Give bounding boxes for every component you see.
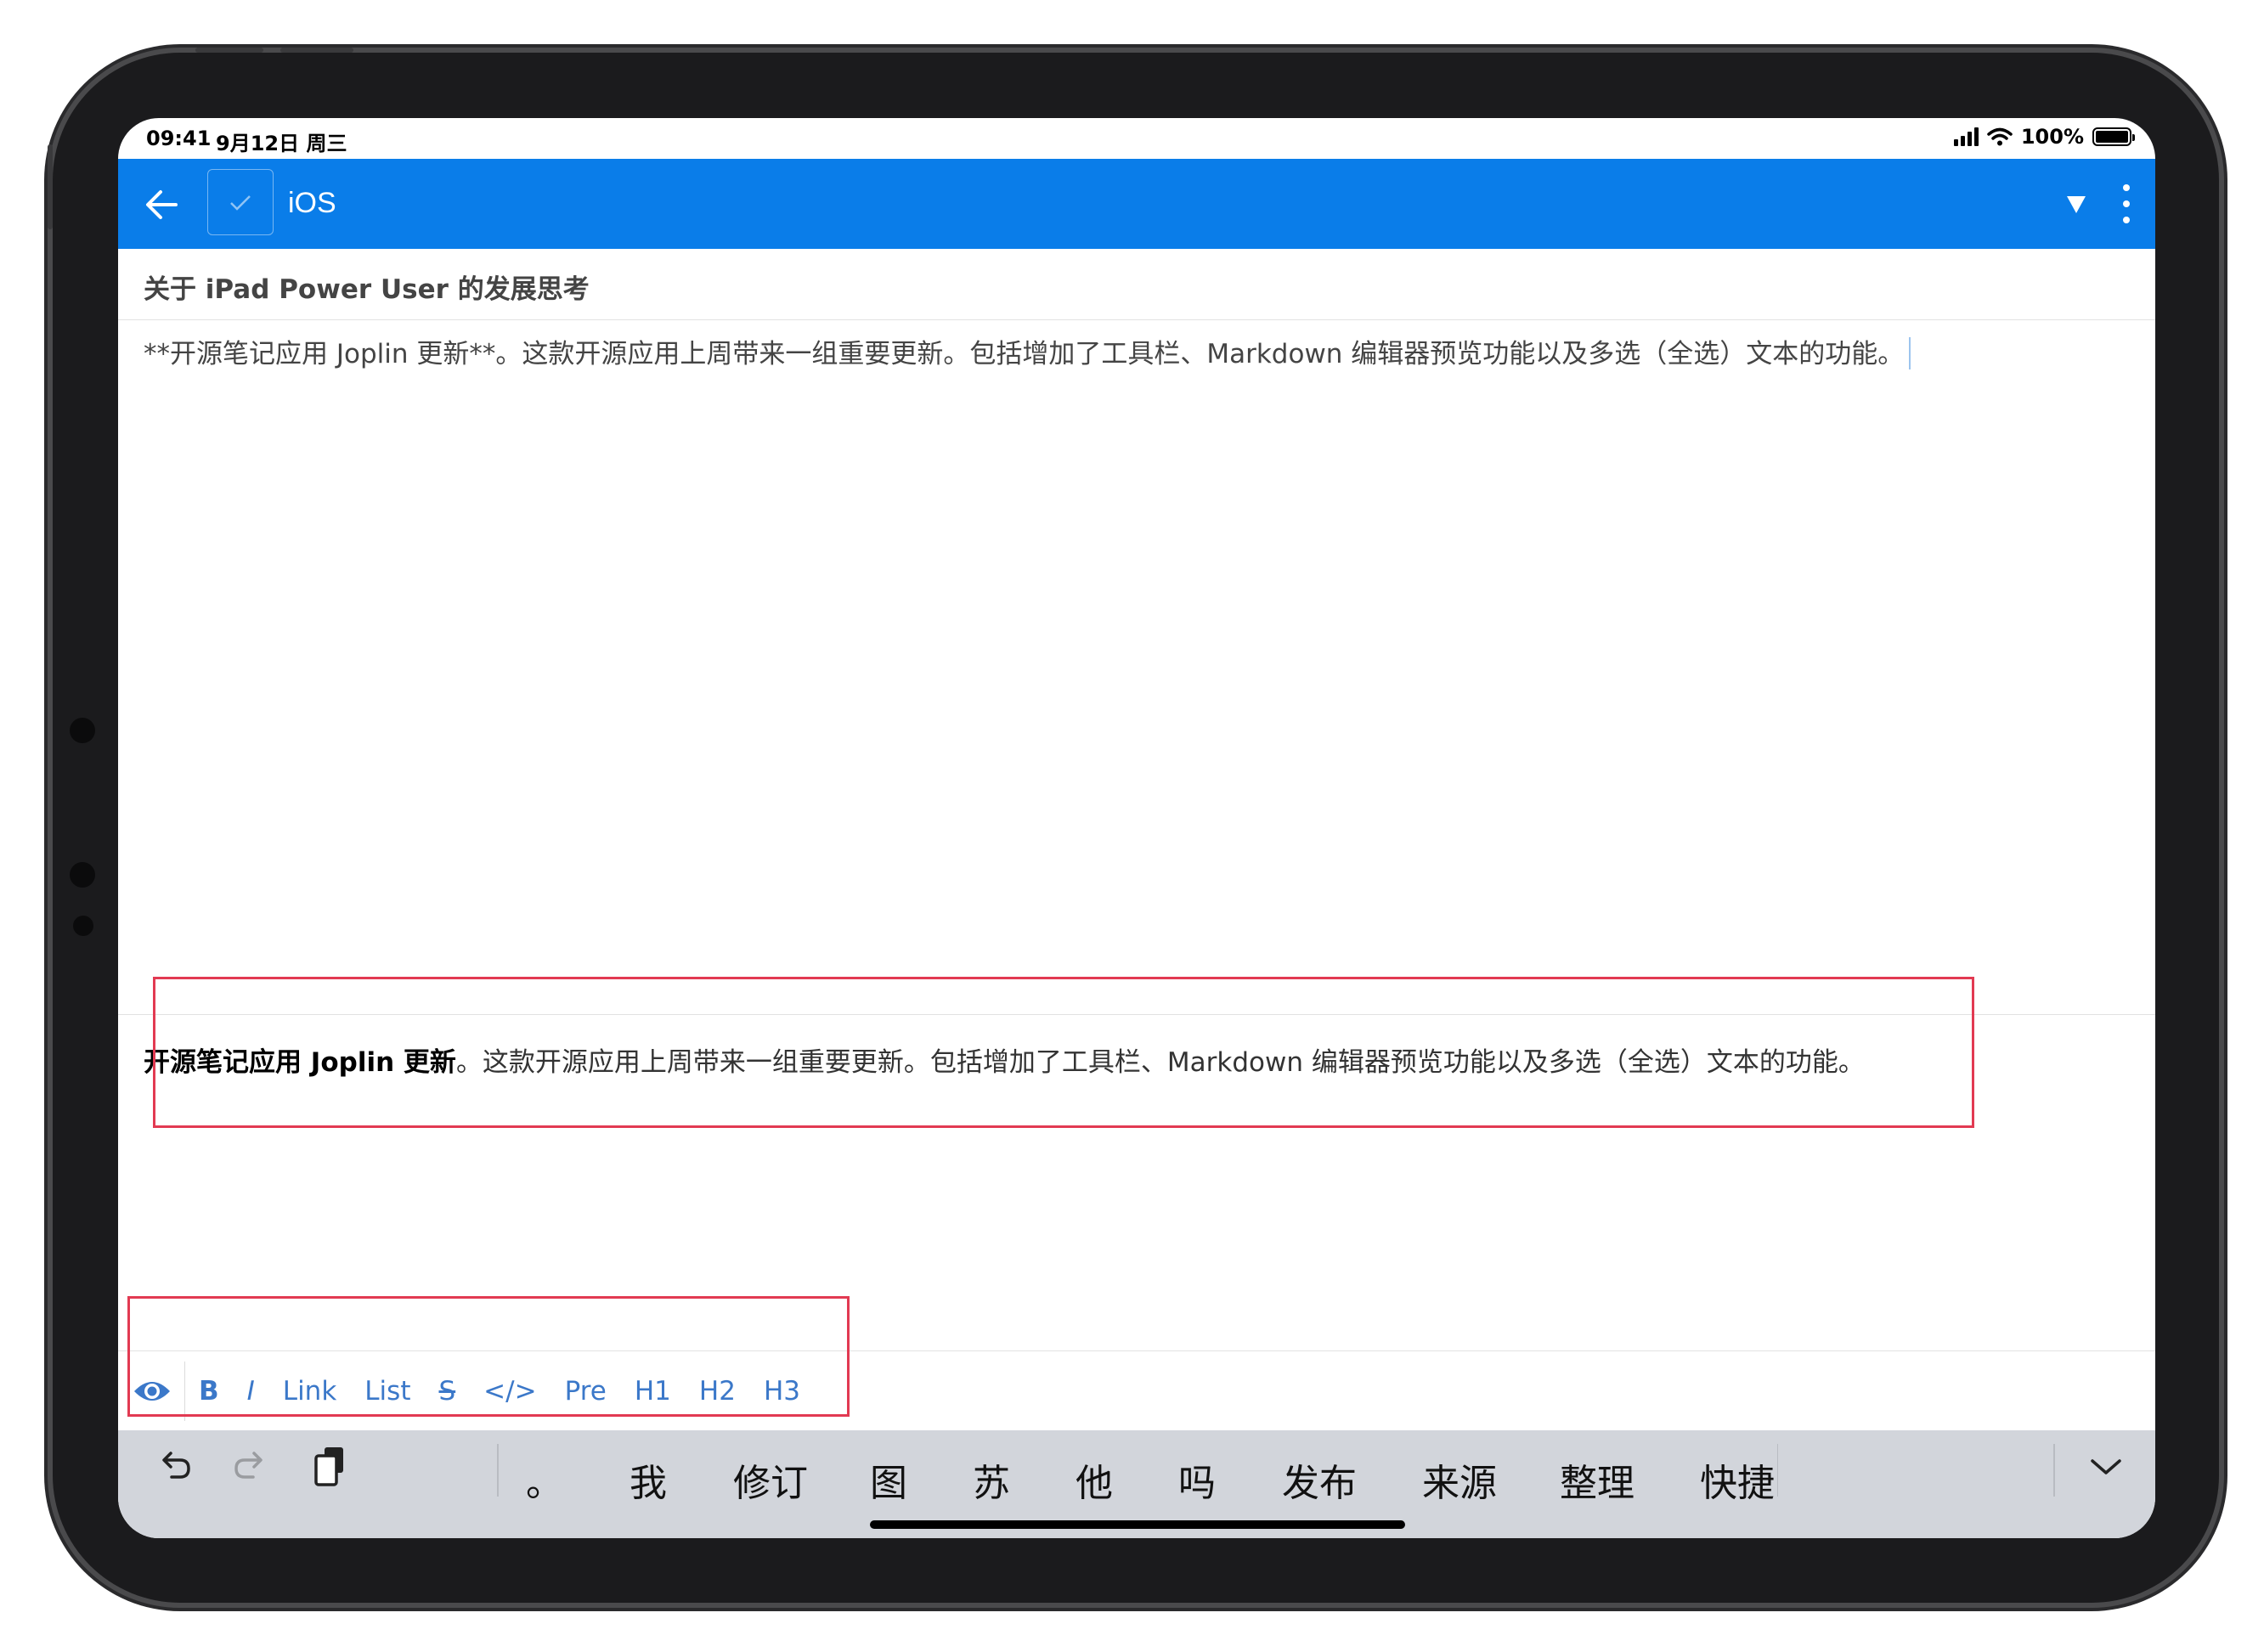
side-button xyxy=(48,144,53,229)
candidate-word[interactable]: 发布 xyxy=(1282,1452,1357,1507)
candidate-word[interactable]: 他 xyxy=(1076,1452,1113,1507)
camera-dot xyxy=(73,916,93,936)
home-indicator[interactable] xyxy=(870,1520,1405,1529)
todo-checkbox[interactable] xyxy=(207,169,274,235)
redo-button[interactable] xyxy=(229,1446,271,1488)
chevron-down-icon xyxy=(2091,1459,2121,1474)
triangle-down-icon xyxy=(2067,196,2086,213)
toolbar-highlight-box xyxy=(127,1296,850,1417)
more-vertical-icon xyxy=(2123,184,2130,191)
battery-icon xyxy=(2092,127,2135,146)
folder-dropdown-button[interactable] xyxy=(2064,191,2089,217)
status-date: 9月12日 周三 xyxy=(216,132,347,155)
candidate-word[interactable]: 图 xyxy=(870,1452,907,1507)
undo-icon xyxy=(162,1452,190,1479)
status-indicators: 100% xyxy=(1953,125,2135,149)
redo-icon xyxy=(234,1452,263,1479)
top-button xyxy=(280,48,353,53)
check-icon xyxy=(230,195,251,211)
top-button xyxy=(195,48,263,53)
expand-candidates-button[interactable] xyxy=(2085,1446,2127,1488)
candidate-word[interactable]: 吗 xyxy=(1178,1452,1216,1507)
candidate-word[interactable]: 来源 xyxy=(1422,1452,1497,1507)
keyboard-candidate-bar: 。 我 修订 图 苏 他 吗 发布 来源 整理 快捷 xyxy=(118,1430,2155,1538)
candidate-word[interactable]: 修订 xyxy=(733,1452,808,1507)
preview-highlight-box xyxy=(153,977,1974,1128)
cellular-signal-icon xyxy=(1953,127,1979,146)
back-button[interactable] xyxy=(142,184,183,225)
note-title-field[interactable]: 关于 iPad Power User 的发展思考 xyxy=(118,249,2155,320)
candidate-word[interactable]: 整理 xyxy=(1560,1452,1634,1507)
paste-button[interactable] xyxy=(308,1446,351,1488)
camera-dot xyxy=(70,862,95,888)
status-time: 09:41 xyxy=(146,127,212,150)
camera-dot xyxy=(70,718,95,743)
battery-percent: 100% xyxy=(2020,125,2084,149)
more-menu-button[interactable] xyxy=(2118,184,2135,223)
undo-button[interactable] xyxy=(154,1446,196,1488)
clipboard-icon xyxy=(314,1447,343,1486)
keyboard-separator xyxy=(2053,1444,2055,1497)
candidate-word[interactable]: 。 xyxy=(526,1452,563,1507)
wifi-icon xyxy=(1987,127,2013,146)
arrow-left-icon xyxy=(146,190,178,219)
keyboard-separator xyxy=(1777,1444,1778,1497)
text-caret xyxy=(1909,337,1911,369)
keyboard-separator xyxy=(497,1444,499,1497)
candidate-word[interactable]: 快捷 xyxy=(1700,1452,1775,1507)
note-title: 关于 iPad Power User 的发展思考 xyxy=(144,274,590,305)
candidate-word[interactable]: 苏 xyxy=(973,1452,1010,1507)
candidate-word[interactable]: 我 xyxy=(630,1452,667,1507)
editor-body-text: **开源笔记应用 Joplin 更新**。这款开源应用上周带来一组重要更新。包括… xyxy=(144,339,1905,369)
status-bar: 09:41 9月12日 周三 100% xyxy=(118,118,2155,159)
markdown-editor[interactable]: **开源笔记应用 Joplin 更新**。这款开源应用上周带来一组重要更新。包括… xyxy=(118,320,2155,995)
editor-body: **开源笔记应用 Joplin 更新**。这款开源应用上周带来一组重要更新。包括… xyxy=(144,332,1911,370)
app-header: iOS xyxy=(118,159,2155,249)
folder-title[interactable]: iOS xyxy=(288,187,336,220)
